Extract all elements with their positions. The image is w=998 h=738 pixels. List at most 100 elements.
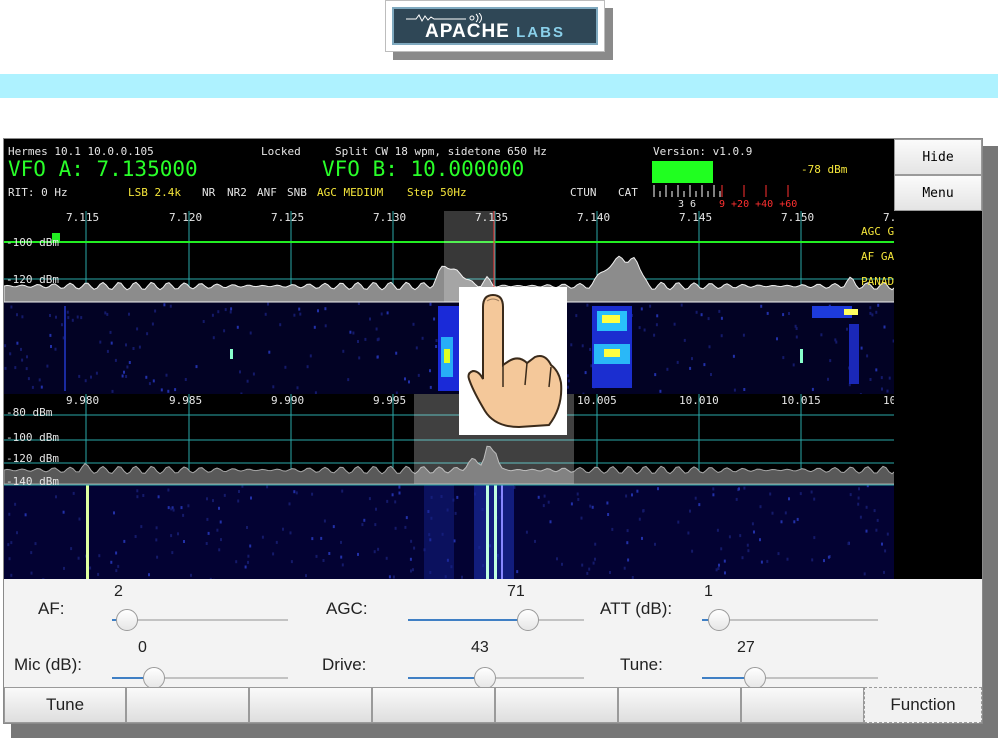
mode-filter[interactable]: LSB 2.4k xyxy=(128,186,181,199)
waterfall-pixel xyxy=(72,491,75,495)
waterfall-pixel xyxy=(264,312,267,316)
waterfall-pixel xyxy=(724,571,726,575)
waterfall-pixel xyxy=(183,540,185,543)
tune-label: Tune: xyxy=(620,655,663,674)
waterfall-pixel xyxy=(739,534,742,538)
waterfall-pixel xyxy=(376,355,379,359)
att-slider-thumb[interactable] xyxy=(707,609,730,631)
function-button[interactable]: Function xyxy=(864,687,982,723)
tune-slider[interactable] xyxy=(702,667,878,689)
waterfall-pixel xyxy=(820,333,823,337)
af-slider-thumb[interactable] xyxy=(116,609,139,631)
step-size[interactable]: Step 50Hz xyxy=(407,186,467,199)
tune-button[interactable]: Tune xyxy=(4,687,126,723)
att-slider[interactable] xyxy=(702,609,878,631)
waterfall-pixel xyxy=(113,511,115,515)
waterfall-pixel xyxy=(311,537,314,541)
waterfall-pixel xyxy=(796,517,799,521)
waterfall-pixel xyxy=(394,500,397,504)
function-slot-4[interactable] xyxy=(372,687,495,723)
waterfall-pixel xyxy=(155,538,158,542)
waterfall-pixel xyxy=(31,385,34,389)
waterfall-pixel xyxy=(4,366,7,370)
side-panel-filler xyxy=(894,211,982,579)
mic-slider[interactable] xyxy=(112,667,288,689)
agc-slider[interactable] xyxy=(408,609,584,631)
waterfall-pixel xyxy=(317,309,319,313)
waterfall-pixel xyxy=(236,325,239,329)
waterfall-pixel xyxy=(655,323,658,327)
waterfall-pixel xyxy=(638,326,641,330)
tune-slider-thumb[interactable] xyxy=(744,667,767,689)
waterfall-pixel xyxy=(881,387,883,391)
waterfall-pixel xyxy=(542,504,545,508)
waterfall-pixel xyxy=(873,509,876,513)
nr-toggle[interactable]: NR xyxy=(202,186,215,199)
hide-button[interactable]: Hide xyxy=(894,139,982,175)
waterfall-pixel xyxy=(49,333,52,337)
waterfall-pixel xyxy=(305,574,307,578)
waterfall-pixel xyxy=(247,554,250,558)
overlay-agc-gain[interactable]: AGC GAIN xyxy=(861,225,894,238)
waterfall-pixel xyxy=(834,338,837,342)
rit-label[interactable]: RIT: 0 Hz xyxy=(8,186,68,199)
overlay-af-gain[interactable]: AF GAIN xyxy=(861,250,894,263)
waterfall-pixel xyxy=(877,303,880,307)
waterfall-pixel xyxy=(309,354,312,358)
waterfall-pixel xyxy=(607,513,610,516)
waterfall-pixel xyxy=(115,551,118,555)
waterfall-pixel xyxy=(673,322,676,326)
waterfall-pixel xyxy=(238,490,240,493)
waterfall-pixel xyxy=(886,532,889,536)
waterfall-pixel xyxy=(394,526,397,530)
waterfall-pixel xyxy=(148,382,151,386)
snb-toggle[interactable]: SNB xyxy=(287,186,307,199)
waterfall-pixel xyxy=(252,372,255,376)
waterfall-pixel xyxy=(357,340,359,343)
waterfall-pixel xyxy=(293,490,296,494)
agc-mode[interactable]: AGC MEDIUM xyxy=(317,186,383,199)
overlay-panadapter-high[interactable]: PANADAPTER HIGH xyxy=(861,275,894,288)
waterfall-pixel xyxy=(883,325,886,329)
function-slot-6[interactable] xyxy=(618,687,741,723)
waterfall-pixel xyxy=(125,343,127,347)
waterfall-pixel xyxy=(413,546,416,550)
agc-slider-thumb[interactable] xyxy=(516,609,539,631)
vfo-b-frequency[interactable]: VFO B: 10.000000 xyxy=(322,157,524,181)
waterfall-pixel xyxy=(187,504,190,508)
nr2-toggle[interactable]: NR2 xyxy=(227,186,247,199)
spectrum-display[interactable]: Hermes 10.1 10.0.0.105 Locked Split CW 1… xyxy=(4,139,894,579)
waterfall-pixel xyxy=(627,558,630,562)
waterfall-pixel xyxy=(99,340,102,344)
ctun-toggle[interactable]: CTUN xyxy=(570,186,597,199)
waterfall-pixel xyxy=(207,531,210,535)
drive-slider-thumb[interactable] xyxy=(474,667,497,689)
waterfall-pixel xyxy=(751,522,754,526)
waterfall-pixel xyxy=(246,526,248,529)
waterfall-pixel xyxy=(109,330,112,334)
waterfall-pixel xyxy=(753,530,755,534)
function-slot-7[interactable] xyxy=(741,687,864,723)
vfo-a-frequency[interactable]: VFO A: 7.135000 xyxy=(8,157,198,181)
function-slot-3[interactable] xyxy=(249,687,372,723)
waterfall-pixel xyxy=(857,502,860,506)
waterfall-pixel xyxy=(111,389,114,393)
waterfall-pixel xyxy=(869,306,872,310)
function-slot-5[interactable] xyxy=(495,687,618,723)
waterfall-pixel xyxy=(581,344,584,348)
waterfall-pixel xyxy=(412,322,415,326)
waterfall-pixel xyxy=(4,344,7,348)
waterfall-pixel xyxy=(66,310,69,314)
anf-toggle[interactable]: ANF xyxy=(257,186,277,199)
mic-slider-thumb[interactable] xyxy=(143,667,166,689)
waterfall-pixel xyxy=(261,535,264,539)
waterfall-pixel xyxy=(689,509,691,513)
menu-button[interactable]: Menu xyxy=(894,175,982,211)
waterfall-pixel xyxy=(710,373,712,376)
function-slot-2[interactable] xyxy=(126,687,249,723)
drive-slider[interactable] xyxy=(408,667,584,689)
waterfall-pixel xyxy=(780,520,783,524)
af-slider[interactable] xyxy=(112,609,288,631)
waterfall-pixel xyxy=(148,573,150,577)
waterfall-pixel xyxy=(869,311,872,315)
